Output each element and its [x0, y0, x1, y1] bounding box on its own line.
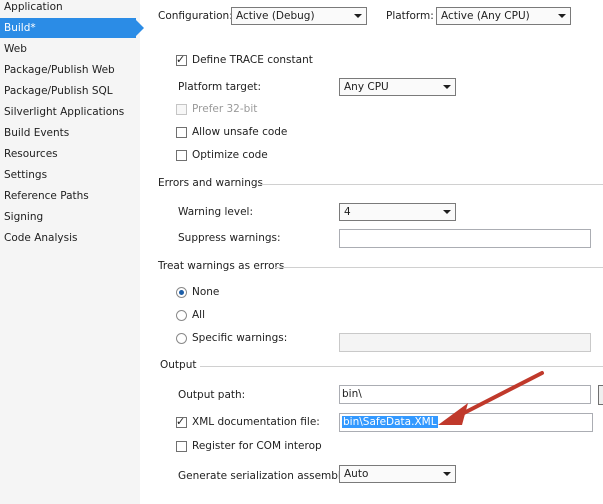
- treat-all-radio[interactable]: [176, 310, 187, 321]
- section-divider: [260, 184, 603, 185]
- define-trace-checkbox[interactable]: ✓: [176, 53, 187, 66]
- radio-selected-dot: [179, 290, 184, 295]
- sidebar-item-silverlight-applications[interactable]: Silverlight Applications: [0, 102, 140, 122]
- treat-specific-label: Specific warnings:: [192, 332, 288, 344]
- platform-dropdown[interactable]: Active (Any CPU): [436, 7, 571, 25]
- sidebar-item-build-events[interactable]: Build Events: [0, 123, 140, 143]
- sidebar-item-resources[interactable]: Resources: [0, 144, 140, 164]
- section-divider: [275, 267, 603, 268]
- chevron-down-icon: [558, 14, 566, 18]
- sidebar-item-application[interactable]: Application: [0, 0, 140, 17]
- xml-doc-value: bin\SafeData.XML: [342, 416, 438, 428]
- sidebar-item-web[interactable]: Web: [0, 39, 140, 59]
- optimize-code-label: Optimize code: [192, 149, 268, 161]
- treat-none-label: None: [192, 286, 220, 298]
- prefer-32bit-label: Prefer 32-bit: [192, 103, 258, 115]
- define-trace-label: Define TRACE constant: [192, 54, 313, 66]
- treat-warnings-section-label: Treat warnings as errors: [158, 260, 285, 272]
- warning-level-dropdown[interactable]: 4: [339, 203, 456, 221]
- chevron-down-icon: [443, 210, 451, 214]
- com-interop-checkbox[interactable]: [176, 441, 187, 452]
- warning-level-label: Warning level:: [178, 206, 254, 218]
- configuration-dropdown[interactable]: Active (Debug): [231, 7, 367, 25]
- output-path-label: Output path:: [178, 389, 246, 401]
- treat-none-radio[interactable]: [176, 287, 187, 298]
- serialization-label: Generate serialization assembly:: [178, 470, 350, 482]
- prefer-32bit-checkbox[interactable]: [176, 104, 187, 115]
- treat-all-label: All: [192, 309, 206, 321]
- chevron-down-icon: [443, 472, 451, 476]
- sidebar-item-reference-paths[interactable]: Reference Paths: [0, 186, 140, 206]
- platform-label: Platform:: [386, 10, 434, 22]
- sidebar-item-code-analysis[interactable]: Code Analysis: [0, 228, 140, 248]
- xml-doc-label: XML documentation file:: [192, 416, 320, 428]
- optimize-code-checkbox[interactable]: [176, 150, 187, 161]
- build-settings-panel: Configuration: Active (Debug) Platform: …: [140, 0, 603, 504]
- serialization-dropdown[interactable]: Auto: [339, 465, 456, 483]
- platform-value: Active (Any CPU): [441, 10, 530, 22]
- com-interop-label: Register for COM interop: [192, 440, 322, 452]
- serialization-value: Auto: [344, 468, 369, 480]
- browse-button[interactable]: [598, 385, 603, 405]
- specific-warnings-input[interactable]: [339, 333, 591, 352]
- allow-unsafe-checkbox[interactable]: [176, 127, 187, 138]
- chevron-down-icon: [354, 14, 362, 18]
- allow-unsafe-label: Allow unsafe code: [192, 126, 288, 138]
- platform-target-value: Any CPU: [344, 81, 389, 93]
- platform-target-label: Platform target:: [178, 81, 262, 93]
- suppress-warnings-input[interactable]: [339, 229, 591, 248]
- annotation-arrow-icon: [438, 371, 544, 425]
- sidebar-item-settings[interactable]: Settings: [0, 165, 140, 185]
- output-section-label: Output: [160, 359, 197, 371]
- errors-warnings-section-label: Errors and warnings: [158, 177, 264, 189]
- sidebar-item-package-publish-web[interactable]: Package/Publish Web: [0, 60, 140, 80]
- sidebar-nav: Application Build* Web Package/Publish W…: [0, 0, 144, 504]
- configuration-value: Active (Debug): [236, 10, 315, 22]
- warning-level-value: 4: [344, 206, 351, 218]
- sidebar-item-package-publish-sql[interactable]: Package/Publish SQL: [0, 81, 140, 101]
- chevron-down-icon: [443, 85, 451, 89]
- checkmark-icon: ✓: [176, 415, 186, 428]
- sidebar-item-signing[interactable]: Signing: [0, 207, 140, 227]
- suppress-warnings-label: Suppress warnings:: [178, 232, 281, 244]
- treat-specific-radio[interactable]: [176, 333, 187, 344]
- xml-doc-checkbox[interactable]: ✓: [176, 415, 187, 428]
- sidebar-item-build[interactable]: Build*: [0, 18, 144, 38]
- configuration-label: Configuration:: [158, 10, 233, 22]
- platform-target-dropdown[interactable]: Any CPU: [339, 78, 456, 96]
- checkmark-icon: ✓: [176, 53, 186, 66]
